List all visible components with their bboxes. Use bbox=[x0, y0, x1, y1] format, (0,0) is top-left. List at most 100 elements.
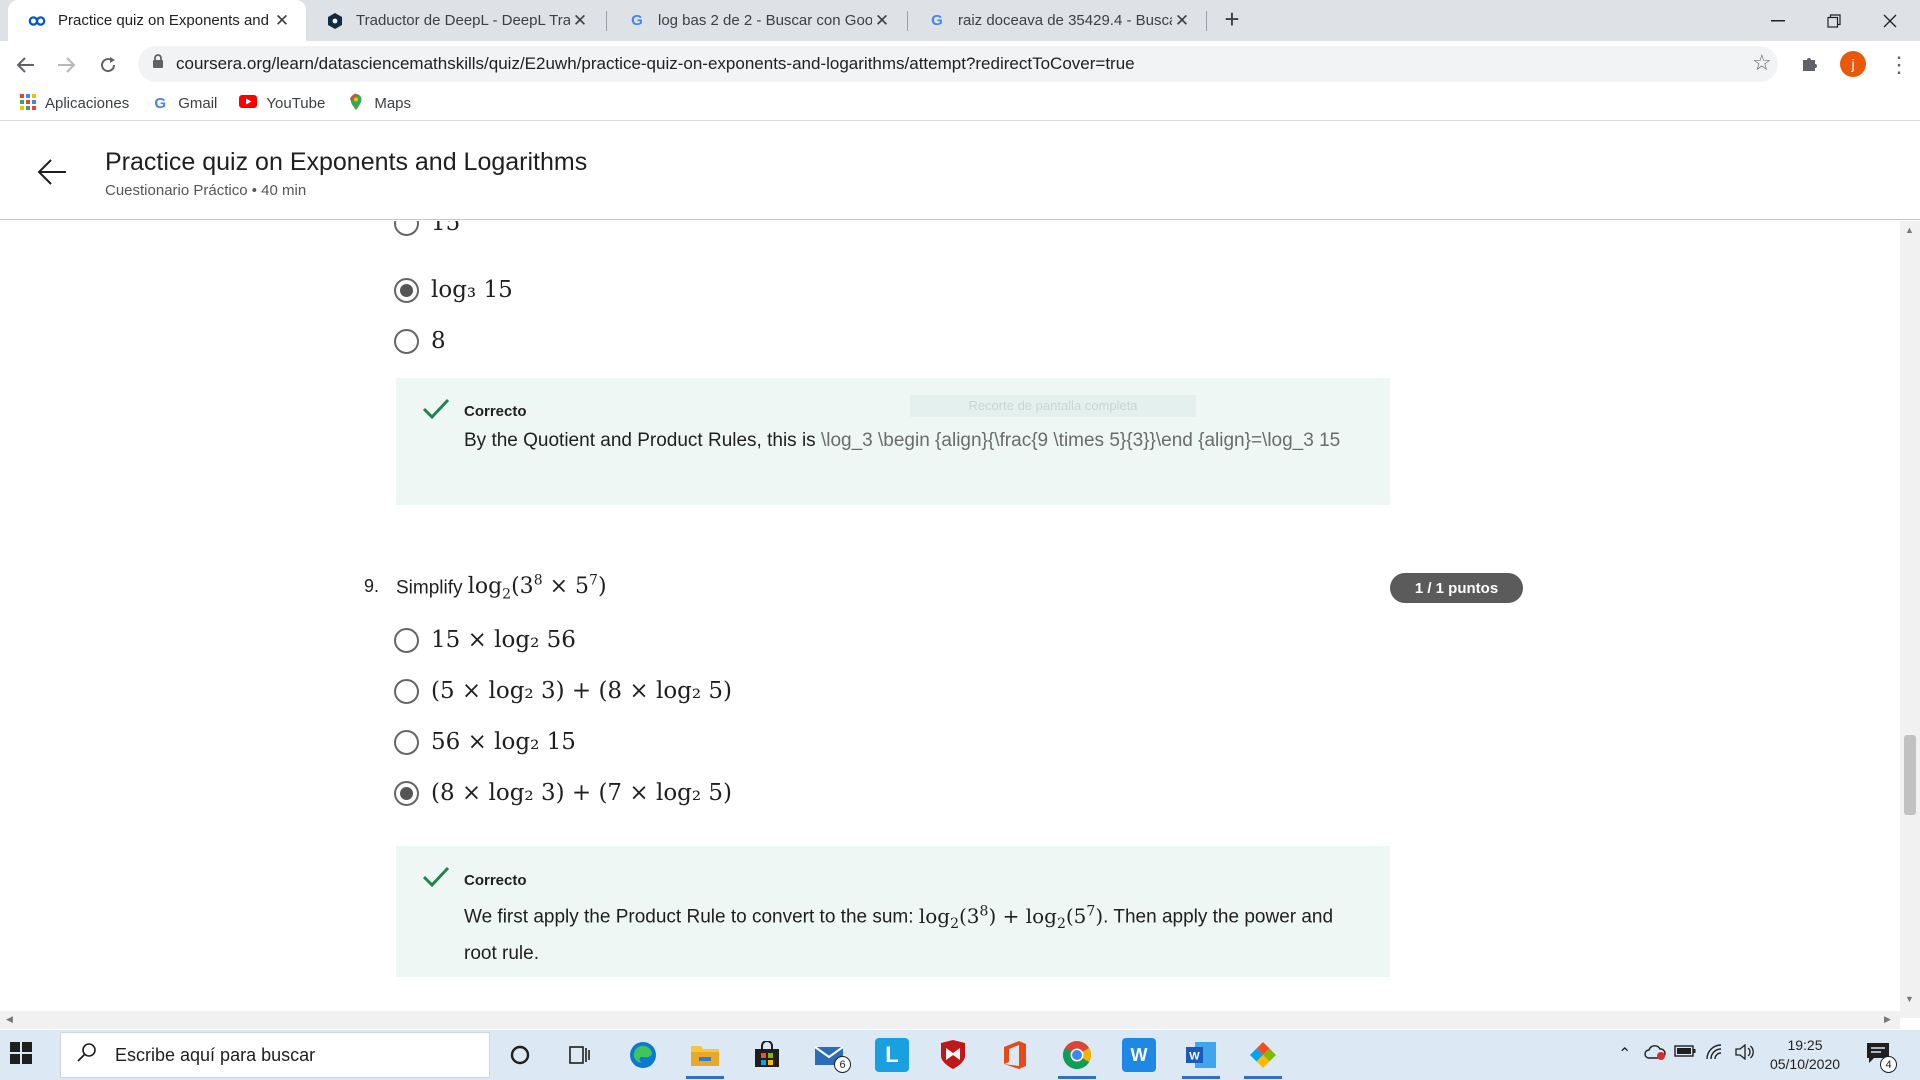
tray-chevron-icon[interactable]: ⌃ bbox=[1618, 1044, 1631, 1064]
taskbar-clock[interactable]: 19:25 05/10/2020 bbox=[1760, 1036, 1850, 1074]
option-text: 15 bbox=[431, 221, 461, 236]
horizontal-scrollbar[interactable]: ◀ ▶ bbox=[0, 1011, 1900, 1029]
window-close-icon[interactable] bbox=[1862, 0, 1918, 41]
radio-button-selected[interactable] bbox=[394, 780, 419, 806]
back-icon[interactable] bbox=[12, 51, 40, 79]
chrome-icon[interactable] bbox=[1060, 1038, 1094, 1072]
scroll-down-icon[interactable]: ▼ bbox=[1905, 994, 1914, 1004]
browser-tabstrip: Practice quiz on Exponents and L ✕ Tradu… bbox=[0, 0, 1920, 41]
cortana-icon[interactable] bbox=[503, 1038, 537, 1072]
deepl-icon bbox=[326, 12, 344, 30]
back-arrow-icon[interactable] bbox=[36, 156, 68, 188]
feedback-label: Correcto bbox=[464, 872, 527, 889]
scroll-up-icon[interactable]: ▲ bbox=[1905, 225, 1914, 235]
tab-title: Traductor de DeepL - DeepL Tran bbox=[356, 12, 570, 29]
radio-button[interactable] bbox=[394, 678, 419, 704]
scroll-left-icon[interactable]: ◀ bbox=[6, 1014, 13, 1025]
question-number: 9. bbox=[364, 576, 380, 596]
restore-icon[interactable] bbox=[1806, 0, 1862, 41]
maps-icon bbox=[347, 92, 365, 115]
radio-button[interactable] bbox=[394, 221, 419, 236]
radio-button[interactable] bbox=[394, 627, 419, 653]
close-icon[interactable]: ✕ bbox=[872, 11, 892, 31]
windows-start-icon[interactable] bbox=[10, 1042, 36, 1068]
tab-separator bbox=[606, 11, 607, 31]
q8-option-15[interactable]: 15 bbox=[394, 221, 460, 241]
edge-icon[interactable] bbox=[626, 1038, 660, 1072]
browser-toolbar: coursera.org/learn/datasciencemathskills… bbox=[0, 41, 1920, 87]
tab-practice-quiz[interactable]: Practice quiz on Exponents and L ✕ bbox=[8, 0, 306, 41]
file-explorer-icon[interactable] bbox=[688, 1038, 722, 1072]
taskbar-search-input[interactable]: Escribe aquí para buscar bbox=[60, 1032, 490, 1078]
word-icon[interactable]: W bbox=[1184, 1038, 1218, 1072]
close-icon[interactable]: ✕ bbox=[1172, 11, 1192, 31]
q8-option-8[interactable]: 8 bbox=[394, 323, 446, 359]
wifi-icon[interactable] bbox=[1706, 1044, 1724, 1065]
tab-google-raiz[interactable]: G raiz doceava de 35429.4 - Buscar ✕ bbox=[908, 0, 1206, 41]
tab-google-log[interactable]: G log bas 2 de 2 - Buscar con Goog ✕ bbox=[608, 0, 906, 41]
app-l-icon[interactable]: L bbox=[875, 1038, 909, 1072]
option-text: 8 bbox=[431, 328, 446, 354]
bookmark-youtube[interactable]: YouTube bbox=[239, 95, 325, 112]
bookmark-label: Gmail bbox=[178, 95, 218, 112]
clock-date: 05/10/2020 bbox=[1769, 1056, 1841, 1072]
extensions-puzzle-icon[interactable] bbox=[1800, 53, 1820, 79]
tab-title: raiz doceava de 35429.4 - Buscar bbox=[958, 12, 1172, 29]
reload-icon[interactable] bbox=[94, 51, 122, 79]
menu-kebab-icon[interactable]: ⋮ bbox=[1888, 52, 1910, 78]
prompt-expression: log2(38 × 57) bbox=[467, 573, 607, 603]
notification-badge: 4 bbox=[1880, 1056, 1897, 1073]
feedback-before: We first apply the Product Rule to conve… bbox=[464, 906, 919, 928]
q9-option-3[interactable]: 56 × log₂ 15 bbox=[394, 724, 576, 760]
feedback-text: We first apply the Product Rule to conve… bbox=[464, 896, 1344, 969]
bookmark-maps[interactable]: Maps bbox=[347, 92, 411, 115]
search-placeholder: Escribe aquí para buscar bbox=[115, 1044, 316, 1065]
q9-feedback-box: Correcto We first apply the Product Rule… bbox=[396, 846, 1390, 977]
vertical-scrollbar[interactable]: ▲ ▼ bbox=[1900, 221, 1920, 1018]
bookmarks-bar: Aplicaciones G Gmail YouTube Maps bbox=[0, 87, 1920, 121]
bookmark-label: YouTube bbox=[266, 95, 326, 112]
tab-deepl[interactable]: Traductor de DeepL - DeepL Tran ✕ bbox=[306, 0, 604, 41]
page-title: Practice quiz on Exponents and Logarithm… bbox=[105, 148, 588, 176]
close-icon[interactable]: ✕ bbox=[570, 11, 590, 31]
youtube-icon bbox=[239, 95, 258, 112]
coursera-icon bbox=[28, 12, 46, 30]
task-view-icon[interactable] bbox=[563, 1038, 597, 1072]
address-bar[interactable]: coursera.org/learn/datasciencemathskills… bbox=[138, 46, 1778, 82]
scrollbar-thumb[interactable] bbox=[1904, 735, 1916, 815]
store-icon[interactable] bbox=[750, 1038, 784, 1072]
radio-button[interactable] bbox=[394, 729, 419, 755]
battery-icon[interactable] bbox=[1674, 1044, 1696, 1062]
snip-tool-icon[interactable] bbox=[1246, 1038, 1280, 1072]
q9-option-1[interactable]: 15 × log₂ 56 bbox=[394, 622, 576, 658]
lock-icon bbox=[152, 54, 164, 74]
volume-icon[interactable] bbox=[1734, 1043, 1754, 1065]
onedrive-icon[interactable] bbox=[1644, 1044, 1666, 1065]
feedback-latex: \log_3 \begin {align}{\frac{9 \times 5}{… bbox=[820, 430, 1341, 451]
google-icon: G bbox=[154, 95, 167, 112]
radio-button[interactable] bbox=[394, 328, 419, 354]
tab-title: Practice quiz on Exponents and L bbox=[58, 12, 272, 29]
close-icon[interactable]: ✕ bbox=[272, 11, 292, 31]
check-icon bbox=[422, 398, 450, 425]
forward-icon[interactable] bbox=[52, 51, 80, 79]
bookmark-gmail[interactable]: G Gmail bbox=[151, 95, 217, 113]
tab-separator bbox=[1206, 11, 1207, 31]
scroll-right-icon[interactable]: ▶ bbox=[1884, 1014, 1891, 1025]
minimize-icon[interactable] bbox=[1750, 0, 1806, 41]
q8-option-log3-15[interactable]: log₃ 15 bbox=[394, 272, 513, 308]
profile-avatar[interactable]: j bbox=[1840, 51, 1866, 77]
bookmark-aplicaciones[interactable]: Aplicaciones bbox=[20, 93, 129, 114]
prompt-text: Simplify bbox=[396, 577, 463, 599]
new-tab-button[interactable]: + bbox=[1218, 6, 1246, 34]
windows-taskbar: Escribe aquí para buscar 6 L W W ⌃ 19:25… bbox=[0, 1030, 1920, 1080]
radio-button-selected[interactable] bbox=[394, 277, 419, 303]
option-text: 15 × log₂ 56 bbox=[431, 627, 576, 653]
q9-option-2[interactable]: (5 × log₂ 3) + (8 × log₂ 5) bbox=[394, 673, 732, 709]
feedback-plain: By the Quotient and Product Rules, this … bbox=[464, 430, 821, 451]
app-w-icon[interactable]: W bbox=[1122, 1038, 1156, 1072]
q9-option-4[interactable]: (8 × log₂ 3) + (7 × log₂ 5) bbox=[394, 775, 732, 811]
bookmark-star-icon[interactable]: ☆ bbox=[1752, 50, 1772, 76]
office-icon[interactable] bbox=[998, 1038, 1032, 1072]
mcafee-icon[interactable] bbox=[936, 1038, 970, 1072]
